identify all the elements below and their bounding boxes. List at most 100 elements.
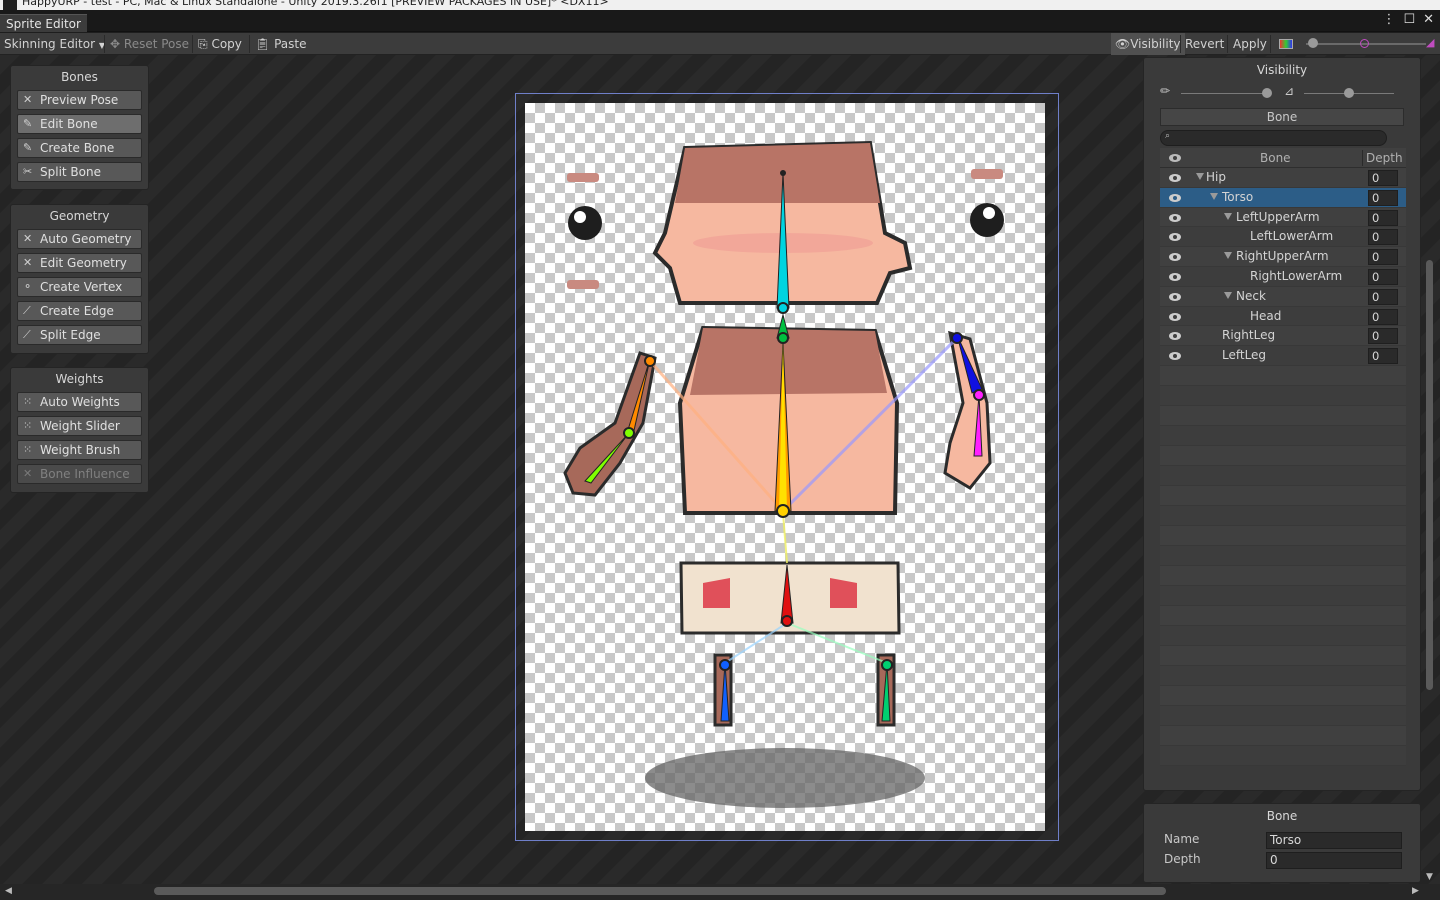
bone-column-header[interactable]: Bone — [1260, 151, 1291, 165]
bone-depth-field[interactable]: 0 — [1266, 852, 1402, 869]
sprite-opacity-handle[interactable] — [1262, 88, 1272, 98]
bone-row-neck[interactable]: Neck 0 — [1160, 286, 1406, 307]
bone-tree-header: Bone Depth — [1160, 148, 1406, 168]
depth-field[interactable]: 0 — [1368, 189, 1398, 206]
auto-weights-button[interactable]: ⁙ Auto Weights — [17, 392, 142, 412]
color-channel-icon[interactable] — [1279, 39, 1293, 49]
maximize-icon[interactable]: ☐ — [1403, 12, 1415, 27]
auto-geometry-button[interactable]: ✕ Auto Geometry — [17, 229, 142, 249]
bone-search-input[interactable]: ⌕ — [1160, 130, 1387, 146]
depth-field[interactable]: 0 — [1368, 328, 1398, 345]
fold-arrow-icon[interactable] — [1224, 212, 1232, 220]
edit-bone-button[interactable]: ✎ Edit Bone — [17, 114, 142, 134]
vertical-scroll-thumb[interactable] — [1426, 260, 1433, 690]
scroll-left-arrow-icon[interactable]: ◀ — [5, 886, 12, 896]
depth-field[interactable]: 0 — [1368, 209, 1398, 226]
left-arm-sprite — [563, 351, 657, 497]
vertical-scrollbar[interactable]: ▼ — [1424, 60, 1436, 882]
create-bone-label: Create Bone — [40, 141, 115, 155]
fold-arrow-icon[interactable] — [1224, 291, 1232, 299]
bone-row-torso[interactable]: Torso 0 — [1160, 187, 1406, 208]
eye-icon[interactable] — [1169, 193, 1181, 202]
visibility-toggle[interactable]: 👁︎Visibility — [1111, 33, 1185, 55]
mouth-left — [567, 280, 599, 289]
workspace[interactable]: Bones ✕ Preview Pose ✎ Edit Bone ✎ Create B… — [0, 55, 1440, 885]
bone-row-right-leg[interactable]: RightLeg 0 — [1160, 326, 1406, 347]
eye-icon[interactable] — [1169, 174, 1181, 182]
eye-icon[interactable] — [1169, 292, 1181, 301]
weight-brush-icon: ⁙ — [23, 443, 33, 456]
tab-bone[interactable]: Bone — [1160, 108, 1404, 126]
depth-field[interactable]: 0 — [1368, 249, 1398, 266]
shadow-sprite — [645, 748, 925, 808]
eye-icon[interactable] — [1169, 233, 1181, 242]
paste-icon: 📋︎ — [255, 37, 271, 51]
weight-brush-label: Weight Brush — [40, 443, 121, 457]
tab-sprite-editor[interactable]: Sprite Editor — [0, 14, 87, 32]
weight-brush-button[interactable]: ⁙ Weight Brush — [17, 440, 142, 460]
eye-icon[interactable] — [1169, 213, 1181, 222]
apply-button[interactable]: Apply — [1233, 33, 1267, 55]
mode-dropdown[interactable]: Skinning Editor ▼ — [4, 33, 105, 55]
copy-icon: ⎘ — [198, 37, 208, 51]
preview-pose-icon: ✕ — [23, 93, 33, 106]
depth-field[interactable]: 0 — [1368, 229, 1398, 246]
split-edge-button[interactable]: ⟋ Split Edge — [17, 325, 142, 345]
eye-header-icon[interactable] — [1169, 154, 1181, 162]
sprite-canvas[interactable] — [525, 103, 1045, 831]
create-edge-button[interactable]: ⟋ Create Edge — [17, 301, 142, 321]
create-vertex-button[interactable]: ⚬ Create Vertex — [17, 277, 142, 297]
close-icon[interactable]: ✕ — [1423, 12, 1434, 27]
bone-name-field[interactable]: Torso — [1266, 832, 1402, 849]
horizontal-scrollbar[interactable]: ◀ ▶ — [0, 884, 1440, 900]
bone-row-hip[interactable]: Hip 0 — [1160, 168, 1406, 188]
window-title-bar: Sprite Editor ⋮ ☐ ✕ — [0, 10, 1440, 32]
depth-field[interactable]: 0 — [1368, 348, 1398, 365]
edit-geometry-icon: ✕ — [23, 256, 33, 269]
eye-icon[interactable] — [1169, 272, 1181, 281]
bone-row-left-leg[interactable]: LeftLeg 0 — [1160, 346, 1406, 366]
depth-field[interactable]: 0 — [1368, 268, 1398, 285]
bone-row-left-upper-arm[interactable]: LeftUpperArm 0 — [1160, 207, 1406, 228]
revert-button[interactable]: Revert — [1185, 33, 1224, 55]
scroll-right-arrow-icon[interactable]: ▶ — [1412, 886, 1419, 896]
reset-pose-button[interactable]: ✥ Reset Pose — [110, 33, 189, 55]
brow-left — [567, 173, 599, 182]
sprite-opacity-slider[interactable] — [1181, 93, 1269, 94]
preview-pose-button[interactable]: ✕ Preview Pose — [17, 90, 142, 110]
depth-field[interactable]: 0 — [1368, 288, 1398, 305]
zoom-slider-handle[interactable] — [1308, 38, 1318, 48]
split-bone-button[interactable]: ✂ Split Bone — [17, 162, 142, 182]
fold-arrow-icon[interactable] — [1210, 192, 1218, 200]
eye-icon[interactable] — [1169, 332, 1181, 341]
weights-panel-title: Weights — [55, 372, 104, 386]
paste-button[interactable]: 📋︎ Paste — [255, 33, 306, 55]
bones-panel: Bones ✕ Preview Pose ✎ Edit Bone ✎ Create B… — [10, 65, 149, 190]
name-label: Name — [1164, 832, 1200, 846]
depth-field[interactable]: 0 — [1368, 170, 1398, 186]
eye-icon[interactable] — [1169, 352, 1181, 361]
split-bone-icon: ✂ — [23, 165, 33, 178]
bone-row-head[interactable]: Head 0 — [1160, 306, 1406, 327]
scroll-down-arrow-icon[interactable]: ▼ — [1426, 872, 1433, 882]
weight-slider-button[interactable]: ⁙ Weight Slider — [17, 416, 142, 436]
fold-arrow-icon[interactable] — [1224, 252, 1232, 260]
horizontal-scroll-thumb[interactable] — [154, 887, 1166, 895]
bone-row-right-upper-arm[interactable]: RightUpperArm 0 — [1160, 247, 1406, 267]
split-bone-label: Split Bone — [40, 165, 101, 179]
bone-opacity-handle[interactable] — [1344, 88, 1354, 98]
bone-row-left-lower-arm[interactable]: LeftLowerArm 0 — [1160, 227, 1406, 248]
bone-row-right-lower-arm[interactable]: RightLowerArm 0 — [1160, 266, 1406, 287]
fold-arrow-icon[interactable] — [1196, 173, 1204, 180]
depth-column-header[interactable]: Depth — [1366, 151, 1403, 165]
more-menu-icon[interactable]: ⋮ — [1382, 12, 1395, 27]
copy-button[interactable]: ⎘ Copy — [198, 33, 242, 55]
edit-geometry-button[interactable]: ✕ Edit Geometry — [17, 253, 142, 273]
create-bone-button[interactable]: ✎ Create Bone — [17, 138, 142, 158]
eye-left — [568, 206, 602, 240]
eye-icon[interactable] — [1169, 312, 1181, 321]
eye-icon[interactable] — [1169, 253, 1181, 262]
unity-logo-icon — [3, 0, 17, 10]
bone-influence-button[interactable]: ✕ Bone Influence — [17, 464, 142, 484]
depth-field[interactable]: 0 — [1368, 308, 1398, 325]
